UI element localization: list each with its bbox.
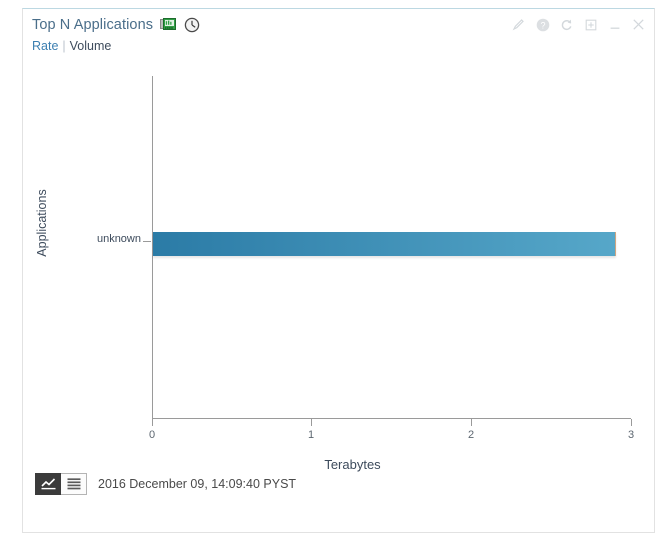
x-axis-ticklabel-0: 0: [148, 429, 156, 441]
panel-header: Top N Applications Rate | Volume ?: [23, 9, 654, 61]
title-row: Top N Applications: [32, 17, 200, 33]
x-axis-ticklabel-2: 2: [467, 429, 475, 441]
y-axis-tick-label: unknown: [96, 233, 141, 245]
y-axis-label: Applications: [35, 189, 49, 257]
help-icon[interactable]: ?: [535, 17, 550, 32]
x-axis-tick-1: [311, 419, 312, 426]
x-axis-ticklabel-3: 3: [627, 429, 635, 441]
link-volume[interactable]: Volume: [70, 39, 112, 53]
minimize-icon[interactable]: [607, 17, 622, 32]
link-separator: |: [62, 39, 66, 53]
x-axis-tick-2: [471, 419, 472, 426]
panel-footer: 2016 December 09, 14:09:40 PYST: [35, 473, 296, 495]
table-view-button[interactable]: [61, 473, 87, 495]
timestamp: 2016 December 09, 14:09:40 PYST: [98, 477, 297, 491]
svg-text:?: ?: [540, 20, 545, 30]
maximize-icon[interactable]: [583, 17, 598, 32]
view-mode-links: Rate | Volume: [32, 39, 111, 53]
network-card-icon: [160, 17, 177, 33]
edit-icon[interactable]: [511, 17, 526, 32]
x-axis-line: [152, 418, 631, 419]
x-axis-label-text: Terabytes: [324, 457, 381, 472]
close-icon[interactable]: [631, 17, 646, 32]
x-axis-tick-0: [152, 419, 153, 426]
top-n-applications-panel: Top N Applications Rate | Volume ? Appli…: [22, 8, 655, 533]
y-axis-tick-mark: [143, 241, 151, 242]
x-axis-ticklabel-1: 1: [307, 429, 315, 441]
chart-view-button[interactable]: [35, 473, 61, 495]
bar-chart: Applications unknown 0 1 2 3 Terabytes: [23, 61, 656, 472]
x-axis-tick-3: [631, 419, 632, 426]
refresh-icon[interactable]: [559, 17, 574, 32]
page-title: Top N Applications: [32, 17, 154, 33]
bar-unknown[interactable]: [153, 232, 617, 256]
window-controls: ?: [511, 17, 646, 32]
clock-icon: [184, 17, 200, 33]
link-rate[interactable]: Rate: [32, 39, 58, 53]
x-axis-label: Terabytes: [23, 457, 656, 472]
